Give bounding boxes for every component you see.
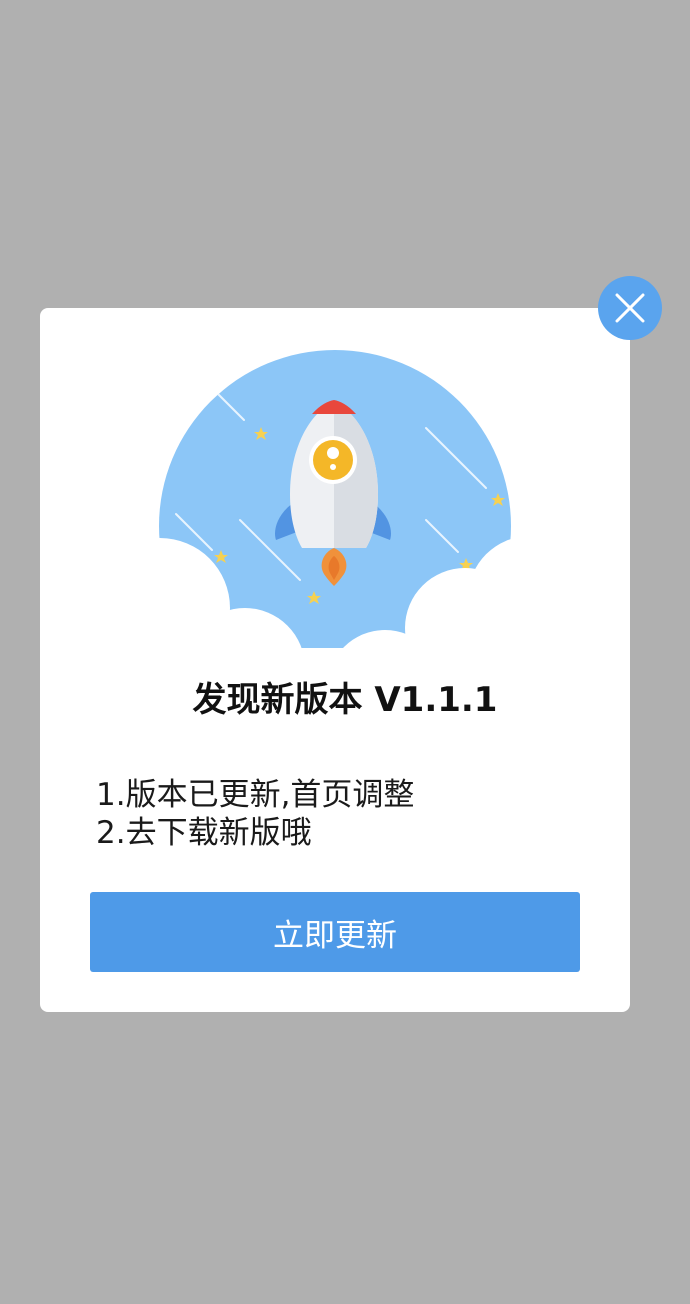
close-button[interactable]: [598, 276, 662, 340]
release-notes: 1.版本已更新,首页调整 2.去下载新版哦: [96, 776, 596, 852]
release-note: 1.版本已更新,首页调整: [96, 777, 415, 813]
update-now-button[interactable]: 立即更新: [90, 892, 580, 972]
close-icon: [613, 291, 647, 325]
rocket-illustration: [80, 350, 600, 688]
release-note: 2.去下载新版哦: [96, 815, 312, 851]
dialog-title: 发现新版本 V1.1.1: [192, 680, 498, 720]
